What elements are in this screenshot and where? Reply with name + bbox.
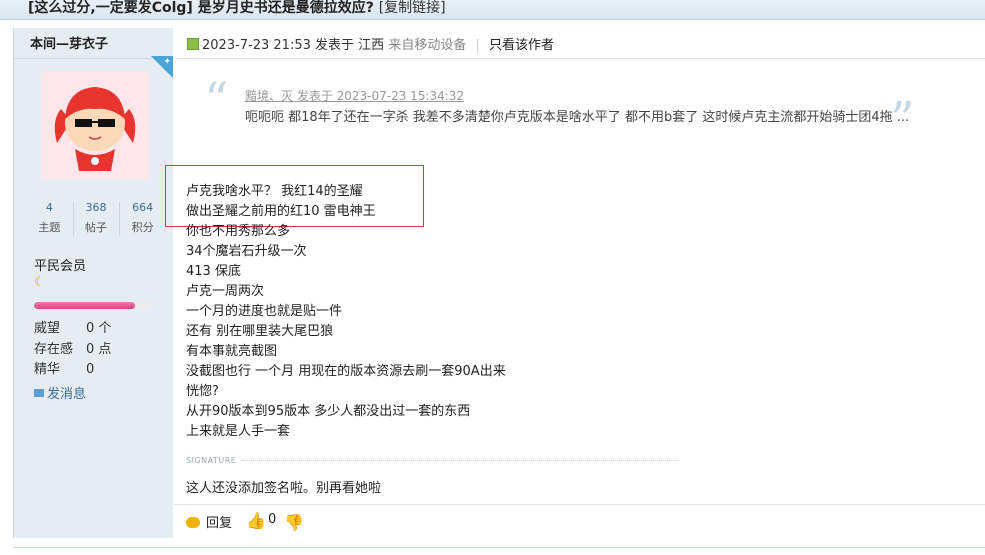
post-location: 江西 [358,38,385,53]
stat-value: 664 [132,201,154,214]
post-line: 卢克我啥水平？ 我红14的圣耀 [186,184,363,199]
prop-value: 0 点 [86,342,112,357]
divider [13,547,985,548]
prop-digest: 精华 0 [34,358,94,377]
divider [14,58,174,59]
stat-label: 积分 [131,221,154,234]
poster-icon [187,38,199,50]
thread-title-bar: [这么过分,一定要发Colg] 是岁月史书还是曼德拉效应? [复制链接] [0,0,985,20]
avatar-image [41,71,149,179]
stat-label: 主题 [38,221,61,234]
prop-presence: 存在感 0 点 [34,338,111,357]
post-line: 有本事就亮截图 [186,344,278,359]
stat-label: 帖子 [85,221,107,234]
prop-value: 0 个 [86,321,112,336]
post-line: 做出圣耀之前用的红10 雷电神王 [186,204,376,219]
reply-label: 回复 [206,516,233,531]
prop-label: 威望 [34,321,61,336]
close-quote-icon: ” [890,92,915,148]
reply-button[interactable]: 回复 [186,512,232,531]
post-line: 你也不用秀那么多 [186,224,291,239]
thread-title-text: [这么过分,一定要发Colg] 是岁月史书还是曼德拉效应? [28,0,374,16]
posted-in-label: 发表于 [315,38,355,53]
send-message-label: 发消息 [47,387,87,402]
copy-link-button[interactable]: [复制链接] [379,0,446,16]
thumbs-down-icon[interactable]: 👎 [284,513,304,532]
post-line: 上来就是人手一套 [186,424,291,439]
post-meta: 2023-7-23 21:53 发表于 江西 来自移动设备 | 只看该作者 [187,34,554,53]
stat-value: 4 [45,201,53,214]
post-date: 2023-7-23 21:53 [202,38,311,53]
online-status-icon: ✦ [163,57,171,67]
author-name[interactable]: 本间—芽衣子 [30,33,108,52]
post-line: 没截图也行 一个月 用现在的版本资源去刷一套90A出来 [186,364,506,379]
post-body: 卢克我啥水平？ 我红14的圣耀 做出圣耀之前用的红10 雷电神王 你也不用秀那么… [186,182,506,442]
signature-label: SIGNATURE [186,456,237,465]
post-content: 2023-7-23 21:53 发表于 江西 来自移动设备 | 只看该作者 “ … [165,28,985,538]
author-stats: 4 主题 368 帖子 664 积分 [26,200,166,240]
envelope-icon [34,389,44,397]
divider [242,460,678,461]
quote-author-link[interactable]: 黯境、灭 发表于 2023-07-23 15:34:32 [245,87,464,104]
send-message-link[interactable]: 发消息 [34,383,86,402]
prop-label: 精华 [34,362,61,377]
post-line: 从开90版本到95版本 多少人都没出过一套的东西 [186,404,471,419]
divider: | [475,38,480,53]
stat-threads[interactable]: 4 主题 [26,200,73,240]
stat-posts[interactable]: 368 帖子 [72,200,120,240]
like-count: 0 [268,512,277,527]
divider [174,504,985,505]
thumbs-up-icon[interactable]: 👍 [246,511,266,530]
post-line: 34个魔岩石升级一次 [186,244,307,259]
level-progress-fill [34,302,136,309]
stat-value: 368 [85,201,107,214]
post-line: 一个月的进度也就是贴一件 [186,304,343,319]
prop-prestige: 威望 0 个 [34,317,111,336]
only-author-link[interactable]: 只看该作者 [489,38,554,53]
prop-label: 存在感 [34,342,74,357]
author-sidebar: 本间—芽衣子 ✦ 4 主题 368 帖子 664 积分 平民会员 ☾ 威望 0 … [13,28,174,538]
stat-points[interactable]: 664 积分 [119,200,166,240]
divider [174,58,985,59]
avatar[interactable] [41,71,149,179]
post-line: 还有 别在哪里装大尾巴狼 [186,324,334,339]
level-progress-bar [34,302,153,309]
post-line: 恍惚? [186,384,219,399]
member-rank[interactable]: 平民会员 [34,255,86,274]
post-line: 413 保底 [186,264,241,279]
thread-title: [这么过分,一定要发Colg] 是岁月史书还是曼德拉效应? [复制链接] [28,0,446,17]
moon-icon: ☾ [34,275,46,290]
reply-icon [186,517,200,528]
prop-value: 0 [86,362,95,377]
post-line: 卢克一周两次 [186,284,265,299]
quote-text: 呃呃呃 都18年了还在一字杀 我差不多清楚你卢克版本是啥水平了 都不用b套了 这… [245,110,910,125]
post-device: 来自移动设备 [388,38,467,53]
signature-text: 这人还没添加签名啦。别再看她啦 [186,481,382,496]
open-quote-icon: “ [204,72,229,128]
